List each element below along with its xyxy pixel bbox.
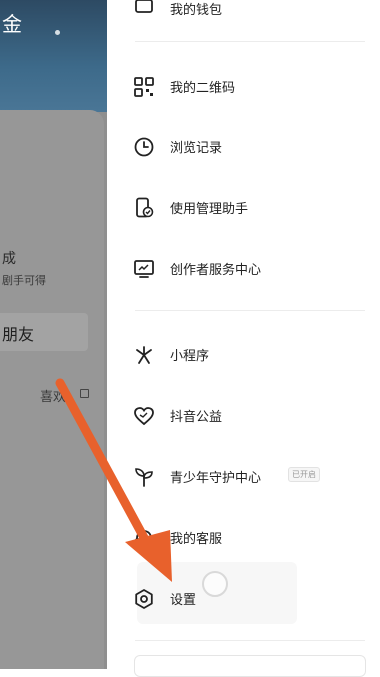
annotation-arrow: [55, 378, 172, 582]
